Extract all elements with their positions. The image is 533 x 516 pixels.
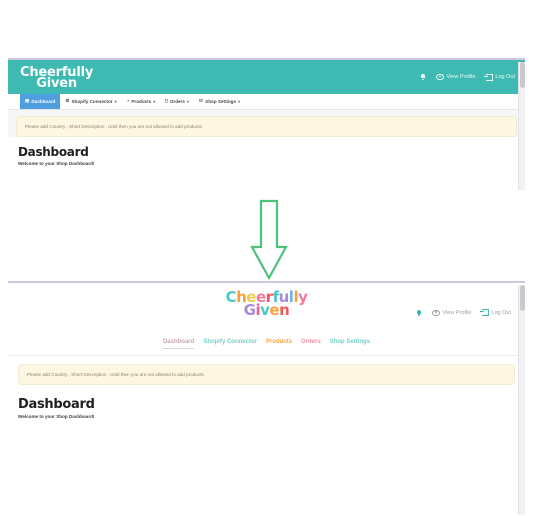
nav-item-orders[interactable]: ▯ Orders ▾ bbox=[160, 94, 194, 109]
app-header-teal: Cheerfully Given View Profile Log Out bbox=[8, 60, 525, 94]
gear-icon: ⚙ bbox=[65, 98, 70, 104]
chevron-down-icon: ▾ bbox=[153, 99, 156, 104]
tag-icon: ◖ bbox=[126, 98, 130, 104]
bell-icon bbox=[416, 309, 421, 316]
logo-letter-4: n bbox=[279, 301, 290, 319]
log-out-label: Log Out bbox=[495, 74, 515, 80]
warning-alert: Please add Country , Short Description .… bbox=[16, 116, 517, 137]
header-actions: View Profile Log Out bbox=[420, 73, 515, 81]
page-subtitle: Welcome to your Shop Dashboard! bbox=[18, 161, 95, 166]
bell-icon bbox=[420, 74, 425, 80]
transition-arrow-down bbox=[250, 199, 288, 281]
nav-item-shopify-connector[interactable]: Shopify Connector bbox=[203, 339, 257, 348]
scrollbar-thumb[interactable] bbox=[520, 62, 525, 88]
view-profile-label: View Profile bbox=[446, 74, 476, 80]
logout-icon bbox=[480, 309, 490, 316]
view-profile-button[interactable]: View Profile bbox=[436, 74, 475, 80]
content-area: Please add Country , Short Description .… bbox=[8, 110, 525, 137]
nav-item-shopify-connector[interactable]: ⚙ Shopify Connector ▾ bbox=[60, 94, 121, 109]
page-title: Dashboard bbox=[18, 397, 95, 412]
chevron-down-icon: ▾ bbox=[114, 99, 117, 104]
eye-icon bbox=[436, 74, 445, 80]
nav-label-shopify-connector: Shopify Connector bbox=[71, 99, 113, 104]
nav-item-shop-settings[interactable]: Shop Settings bbox=[330, 339, 370, 348]
header-actions: View Profile Log Out bbox=[416, 309, 511, 316]
view-profile-button[interactable]: View Profile bbox=[432, 309, 472, 316]
view-profile-label: View Profile bbox=[442, 309, 472, 316]
page-body: Dashboard Welcome to your Shop Dashboard… bbox=[8, 385, 525, 419]
nav-label-products: Products bbox=[131, 99, 152, 104]
nav-item-products[interactable]: ◖ Products ▾ bbox=[122, 94, 161, 109]
nav-item-orders[interactable]: Orders bbox=[301, 339, 321, 348]
log-out-button[interactable]: Log Out bbox=[484, 73, 515, 81]
app-logo-colorful[interactable]: Cheerfully Given bbox=[225, 288, 308, 319]
nav-item-shop-settings[interactable]: ⛫ Shop Settings ▾ bbox=[194, 94, 245, 109]
nav-label-dashboard: Dashboard bbox=[31, 99, 56, 104]
scrollbar-track[interactable] bbox=[518, 62, 525, 190]
nav-item-dashboard[interactable]: ▤ Dashboard bbox=[20, 94, 61, 109]
scrollbar-track[interactable] bbox=[518, 285, 525, 515]
log-out-label: Log Out bbox=[491, 309, 511, 316]
nav-label-orders: Orders bbox=[169, 99, 185, 104]
store-icon: ⛫ bbox=[198, 98, 204, 104]
content-area: Please add Country , Short Description .… bbox=[8, 356, 525, 385]
chevron-down-icon: ▾ bbox=[186, 99, 189, 104]
scrollbar-thumb[interactable] bbox=[520, 285, 525, 311]
after-screenshot-panel: Cheerfully Given View Profile Log Out Da… bbox=[8, 281, 525, 515]
main-nav-bar: ▤ Dashboard ⚙ Shopify Connector ▾ ◖ Prod… bbox=[8, 94, 525, 110]
chevron-down-icon: ▾ bbox=[238, 99, 241, 104]
page-subtitle: Welcome to your Shop Dashboard! bbox=[18, 414, 95, 419]
logo-letter-2: v bbox=[260, 301, 270, 319]
logo-letter-9: y bbox=[298, 288, 308, 306]
notifications-button[interactable] bbox=[416, 309, 421, 316]
logo-letter-0: C bbox=[225, 288, 237, 306]
app-header-white: Cheerfully Given View Profile Log Out bbox=[8, 283, 525, 339]
clipboard-icon: ▯ bbox=[165, 98, 168, 104]
page-body: Dashboard Welcome to your Shop Dashboard… bbox=[8, 137, 525, 172]
logo-letter-3: e bbox=[269, 301, 280, 319]
nav-label-shop-settings: Shop Settings bbox=[205, 99, 237, 104]
app-logo-white[interactable]: Cheerfully Given bbox=[20, 66, 93, 90]
nav-item-dashboard[interactable]: Dashboard bbox=[162, 339, 195, 349]
nav-item-products[interactable]: Products bbox=[266, 339, 292, 348]
logo-letter-0: G bbox=[243, 301, 256, 319]
before-screenshot-panel: Cheerfully Given View Profile Log Out ▤ … bbox=[8, 58, 525, 190]
main-nav-centered: Dashboard Shopify Connector Products Orders… bbox=[8, 339, 525, 356]
dashboard-icon: ▤ bbox=[25, 98, 30, 104]
notifications-button[interactable] bbox=[420, 74, 425, 80]
warning-alert: Please add Country , Short Description .… bbox=[18, 364, 515, 385]
log-out-button[interactable]: Log Out bbox=[480, 309, 511, 316]
logout-icon bbox=[484, 73, 494, 81]
page-title: Dashboard bbox=[18, 145, 89, 159]
eye-icon bbox=[432, 309, 441, 316]
